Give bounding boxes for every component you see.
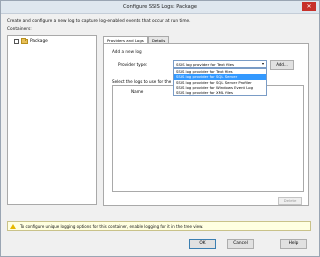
- select-logs-label: Select the logs to use for the container…: [112, 79, 172, 84]
- add-new-log-label: Add a new log: [112, 49, 142, 54]
- info-bar: To configure unique logging options for …: [7, 221, 311, 231]
- tree-item-package[interactable]: Package: [14, 38, 48, 44]
- warning-icon: [10, 224, 16, 229]
- dialog-description: Create and configure a new log to captur…: [7, 19, 191, 24]
- ok-button[interactable]: OK: [189, 239, 216, 249]
- provider-type-label: Provider type:: [118, 62, 148, 67]
- close-icon[interactable]: ✕: [302, 2, 316, 11]
- logs-table[interactable]: Name: [112, 85, 304, 192]
- info-message: To configure unique logging options for …: [20, 224, 204, 229]
- dropdown-option[interactable]: SSIS log provider for XML files: [174, 90, 266, 95]
- provider-type-dropdown[interactable]: SSIS log provider for Text files SSIS lo…: [173, 68, 267, 97]
- cancel-button[interactable]: Cancel: [227, 239, 254, 249]
- chevron-down-icon[interactable]: ▾: [262, 61, 264, 66]
- name-column-header: Name: [131, 89, 144, 94]
- title-bar: Configure SSIS Logs: Package ✕: [1, 1, 319, 14]
- package-checkbox[interactable]: [14, 39, 19, 44]
- containers-label: Containers:: [7, 27, 32, 32]
- folder-icon: [21, 38, 28, 44]
- containers-tree[interactable]: Package: [7, 35, 97, 205]
- provider-type-value: SSIS log provider for Text files: [176, 62, 235, 67]
- tree-item-label: Package: [30, 39, 48, 44]
- delete-log-button[interactable]: Delete: [278, 197, 302, 205]
- provider-type-select[interactable]: SSIS log provider for Text files ▾: [173, 60, 267, 68]
- help-button[interactable]: Help: [280, 239, 307, 249]
- add-log-button[interactable]: Add...: [270, 60, 294, 70]
- dialog-window: Configure SSIS Logs: Package ✕ Create an…: [0, 0, 320, 257]
- window-title: Configure SSIS Logs: Package: [123, 4, 197, 10]
